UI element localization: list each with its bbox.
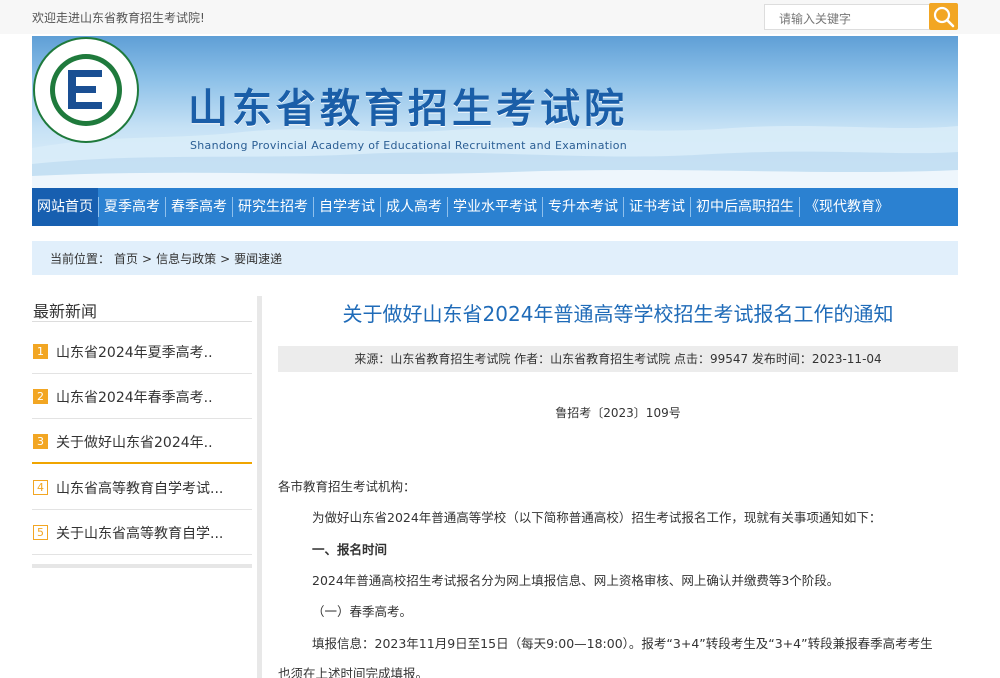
article-paragraph: 2024年普通高校招生考试报名分为网上填报信息、网上资格审核、网上确认并缴费等3… <box>312 573 840 588</box>
welcome-text: 欢迎走进山东省教育招生考试院! <box>32 11 205 25</box>
search-button[interactable] <box>929 3 958 30</box>
news-rank-badge: 1 <box>33 344 48 359</box>
article-meta: 来源：山东省教育招生考试院 作者：山东省教育招生考试院 点击：99547 发布时… <box>278 346 958 372</box>
sidebar-divider <box>257 296 262 678</box>
article-title: 关于做好山东省2024年普通高等学校招生考试报名工作的通知 <box>342 302 894 326</box>
breadcrumb-separator: > <box>220 252 231 266</box>
top-bar: 欢迎走进山东省教育招生考试院! 请输入关键字 <box>0 0 1000 34</box>
nav-vocational-admission[interactable]: 初中后高职招生 <box>691 188 799 226</box>
site-banner: 山东省教育招生考试院 Shandong Provincial Academy o… <box>32 36 958 188</box>
news-list-item-current[interactable]: 3 关于做好山东省2024年.. <box>32 420 252 464</box>
news-link[interactable]: 山东省2024年夏季高考.. <box>56 342 213 362</box>
nav-modern-education[interactable]: 《现代教育》 <box>800 188 894 226</box>
news-rank-badge: 5 <box>33 525 48 540</box>
news-rank-badge: 4 <box>33 480 48 495</box>
news-rank-badge: 2 <box>33 389 48 404</box>
nav-academic-level-exam[interactable]: 学业水平考试 <box>448 188 542 226</box>
latest-news-sidebar: 最新新闻 1 山东省2024年夏季高考.. 2 山东省2024年春季高考.. 3… <box>32 296 252 568</box>
nav-adult-gaokao[interactable]: 成人高考 <box>381 188 447 226</box>
news-link[interactable]: 关于做好山东省2024年.. <box>56 432 213 452</box>
article-paragraph: 为做好山东省2024年普通高等学校（以下简称普通高校）招生考试报名工作，现就有关… <box>312 510 882 525</box>
nav-certificate-exam[interactable]: 证书考试 <box>624 188 690 226</box>
breadcrumb-home-link[interactable]: 首页 <box>114 252 138 266</box>
document-number: 鲁招考〔2023〕109号 <box>555 406 681 420</box>
nav-self-study-exam[interactable]: 自学考试 <box>314 188 380 226</box>
breadcrumb: 当前位置： 首页 > 信息与政策 > 要闻速递 <box>32 241 958 275</box>
breadcrumb-policy-link[interactable]: 信息与政策 <box>156 252 216 266</box>
nav-summer-gaokao[interactable]: 夏季高考 <box>99 188 165 226</box>
article-paragraph: 也须在上述时间完成填报。 <box>278 666 429 678</box>
breadcrumb-label: 当前位置： <box>50 252 111 266</box>
news-list-item[interactable]: 2 山东省2024年春季高考.. <box>32 375 252 419</box>
search-input[interactable]: 请输入关键字 <box>764 4 930 30</box>
nav-graduate-exam[interactable]: 研究生招考 <box>233 188 313 226</box>
site-title: 山东省教育招生考试院 <box>188 85 628 132</box>
article-paragraph: 填报信息：2023年11月9日至15日（每天9:00—18:00）。报考“3+4… <box>312 636 933 651</box>
site-subtitle: Shandong Provincial Academy of Education… <box>190 139 628 152</box>
article-paragraph: 各市教育招生考试机构： <box>278 479 416 494</box>
nav-home[interactable]: 网站首页 <box>32 188 98 226</box>
news-rank-badge: 3 <box>33 434 48 449</box>
news-list-item[interactable]: 4 山东省高等教育自学考试... <box>32 466 252 510</box>
breadcrumb-separator: > <box>142 252 153 266</box>
article-section-heading: 一、报名时间 <box>312 542 388 557</box>
article-subheading: （一）春季高考。 <box>312 604 413 619</box>
sidebar-bottom-bar <box>32 564 252 568</box>
sidebar-title: 最新新闻 <box>32 296 252 322</box>
breadcrumb-news-link[interactable]: 要闻速递 <box>234 252 282 266</box>
news-list-item[interactable]: 1 山东省2024年夏季高考.. <box>32 330 252 374</box>
news-list-item[interactable]: 5 关于山东省高等教育自学... <box>32 511 252 555</box>
nav-spring-gaokao[interactable]: 春季高考 <box>166 188 232 226</box>
news-link[interactable]: 关于山东省高等教育自学... <box>56 523 223 543</box>
main-nav: 网站首页 夏季高考 春季高考 研究生招考 自学考试 成人高考 学业水平考试 专升… <box>32 188 958 226</box>
news-link[interactable]: 山东省2024年春季高考.. <box>56 387 213 407</box>
search-icon <box>933 6 955 28</box>
nav-upgrade-exam[interactable]: 专升本考试 <box>543 188 623 226</box>
institution-seal-logo <box>33 37 139 143</box>
news-link[interactable]: 山东省高等教育自学考试... <box>56 478 223 498</box>
